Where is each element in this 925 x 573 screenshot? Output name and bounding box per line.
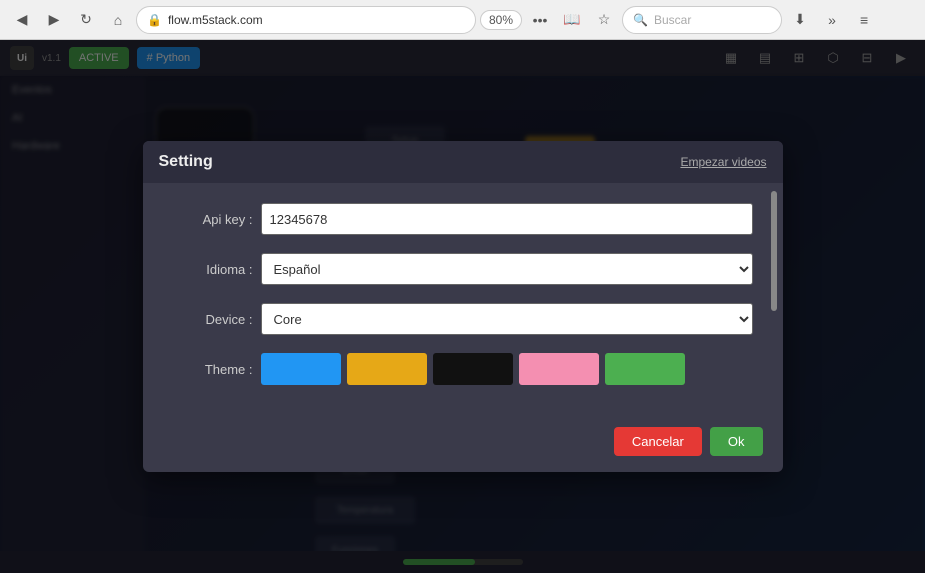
- theme-swatch-orange[interactable]: [347, 353, 427, 385]
- search-placeholder: Buscar: [654, 13, 691, 27]
- theme-swatch-green[interactable]: [605, 353, 685, 385]
- api-key-row: Api key :: [173, 203, 753, 235]
- modal-overlay: Setting Empezar videos Api key : Idioma …: [0, 40, 925, 573]
- dialog-body: Api key : Idioma : Español English Franç…: [143, 183, 783, 417]
- scrollbar[interactable]: [771, 191, 777, 311]
- menu-button[interactable]: ≡: [850, 6, 878, 34]
- address-bar[interactable]: 🔒 flow.m5stack.com: [136, 6, 476, 34]
- bookmark-icon[interactable]: ☆: [590, 6, 618, 34]
- lock-icon: 🔒: [147, 13, 162, 27]
- search-icon: 🔍: [633, 13, 648, 27]
- device-label: Device :: [173, 312, 253, 327]
- api-key-label: Api key :: [173, 212, 253, 227]
- dialog-header: Setting Empezar videos: [143, 141, 783, 183]
- reader-icon[interactable]: 📖: [558, 6, 586, 34]
- ok-button[interactable]: Ok: [710, 427, 763, 456]
- device-row: Device : Core Core2 ATOM StickC: [173, 303, 753, 335]
- extensions-button[interactable]: »: [818, 6, 846, 34]
- theme-swatch-pink[interactable]: [519, 353, 599, 385]
- search-bar[interactable]: 🔍 Buscar: [622, 6, 782, 34]
- theme-swatch-blue[interactable]: [261, 353, 341, 385]
- cancel-button[interactable]: Cancelar: [614, 427, 702, 456]
- browser-chrome: ◀ ▶ ↻ ⌂ 🔒 flow.m5stack.com 80% ••• 📖 ☆ 🔍…: [0, 0, 925, 40]
- idioma-select[interactable]: Español English Français: [261, 253, 753, 285]
- device-select[interactable]: Core Core2 ATOM StickC: [261, 303, 753, 335]
- back-button[interactable]: ◀: [8, 6, 36, 34]
- idioma-label: Idioma :: [173, 262, 253, 277]
- url-text: flow.m5stack.com: [168, 13, 263, 27]
- dialog-footer: Cancelar Ok: [143, 417, 783, 472]
- empezar-videos-link[interactable]: Empezar videos: [680, 155, 766, 169]
- theme-row: Theme :: [173, 353, 753, 385]
- home-button[interactable]: ⌂: [104, 6, 132, 34]
- settings-dialog: Setting Empezar videos Api key : Idioma …: [143, 141, 783, 472]
- refresh-button[interactable]: ↻: [72, 6, 100, 34]
- idioma-row: Idioma : Español English Français: [173, 253, 753, 285]
- api-key-input[interactable]: [261, 203, 753, 235]
- dialog-title: Setting: [159, 153, 213, 171]
- more-button[interactable]: •••: [526, 6, 554, 34]
- theme-swatches: [261, 353, 753, 385]
- forward-button[interactable]: ▶: [40, 6, 68, 34]
- zoom-badge: 80%: [480, 10, 522, 30]
- theme-swatch-dark[interactable]: [433, 353, 513, 385]
- download-button[interactable]: ⬇: [786, 6, 814, 34]
- page-background: Ui v1.1 ACTIVE # Python ▦ ▤ ⊞ ⬡ ⊟ ▶ Even…: [0, 40, 925, 573]
- theme-label: Theme :: [173, 362, 253, 377]
